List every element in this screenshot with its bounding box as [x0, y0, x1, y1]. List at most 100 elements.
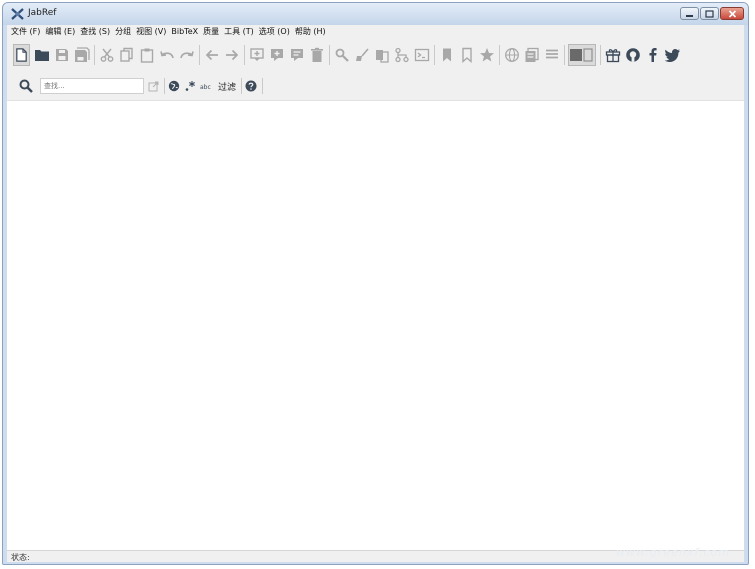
status-bar: 状态: www.greenxf.com [7, 546, 744, 562]
delete-button[interactable] [308, 44, 325, 66]
global-search-toggle[interactable] [168, 78, 180, 94]
regex-toggle[interactable] [184, 78, 196, 94]
window-title: JabRef [28, 8, 57, 18]
toggle-panel-button[interactable] [568, 44, 596, 66]
main-content-area [7, 100, 744, 550]
edit-entry-button[interactable] [288, 44, 305, 66]
menu-view[interactable]: 视图 (V) [136, 25, 166, 38]
paste-button[interactable] [138, 44, 155, 66]
toggle-panel-icon [570, 48, 593, 62]
menu-search[interactable]: 查找 (S) [80, 25, 110, 38]
toolbar-separator [564, 45, 565, 65]
new-entry-from-text-button[interactable] [268, 44, 285, 66]
forward-button[interactable] [223, 44, 240, 66]
close-icon [728, 9, 736, 18]
new-entry-from-text-icon [270, 49, 283, 61]
undo-icon [159, 51, 174, 59]
search-help-button[interactable] [245, 78, 257, 94]
open-folder-icon [34, 50, 49, 61]
title-bar[interactable]: JabRef [3, 3, 748, 25]
donate-button[interactable] [604, 44, 621, 66]
web-search-icon [504, 48, 519, 62]
edit-entry-icon [290, 49, 303, 61]
toolbar-separator [94, 45, 95, 65]
copy-icon [119, 47, 133, 62]
menu-file[interactable]: 文件 (F) [11, 25, 40, 38]
regex-icon [185, 81, 195, 91]
merge-button[interactable] [373, 44, 390, 66]
new-entry-button[interactable] [248, 44, 265, 66]
toolbar-separator [499, 45, 500, 65]
maximize-icon [705, 9, 714, 18]
push-to-app-icon [525, 47, 539, 62]
toolbar-separator [434, 45, 435, 65]
minimize-icon [686, 14, 693, 17]
menu-groups[interactable]: 分组 [115, 25, 131, 38]
undo-button[interactable] [158, 44, 175, 66]
gift-icon [605, 49, 620, 63]
app-window: JabRef 文件 (F) 编辑 (E) 查找 (S) 分组 视图 (V) Bi… [2, 2, 749, 565]
facebook-button[interactable] [644, 44, 661, 66]
search-separator [164, 78, 165, 94]
bookmark-outline-icon [461, 47, 472, 63]
search-bar: abc 过滤 [7, 72, 744, 100]
save-all-button[interactable] [73, 44, 90, 66]
generate-key-button[interactable] [333, 44, 350, 66]
menu-quality[interactable]: 质量 [203, 25, 219, 38]
main-toolbar [7, 38, 744, 72]
list-icon [545, 49, 558, 59]
case-sensitive-toggle[interactable]: abc [200, 78, 214, 94]
show-list-button[interactable] [543, 44, 560, 66]
menu-edit[interactable]: 编辑 (E) [45, 25, 75, 38]
cleanup-icon [355, 48, 369, 61]
menu-bibtex[interactable]: BibTeX [171, 25, 198, 38]
open-library-button[interactable] [33, 44, 50, 66]
globe-icon [168, 80, 180, 92]
maximize-button[interactable] [700, 7, 719, 20]
help-icon [245, 80, 257, 92]
toolbar-separator [244, 45, 245, 65]
back-button[interactable] [203, 44, 220, 66]
toolbar-separator [600, 45, 601, 65]
twitter-button[interactable] [664, 44, 681, 66]
menu-options[interactable]: 选项 (O) [259, 25, 290, 38]
menu-tools[interactable]: 工具 (T) [224, 25, 254, 38]
filter-toggle[interactable]: 过滤 [218, 80, 236, 93]
back-icon [205, 49, 218, 61]
unmark-entry-button[interactable] [458, 44, 475, 66]
close-button[interactable] [720, 7, 744, 20]
mark-entry-button[interactable] [438, 44, 455, 66]
external-window-icon [148, 81, 159, 91]
github-button[interactable] [624, 44, 641, 66]
cut-button[interactable] [98, 44, 115, 66]
search-separator [241, 78, 243, 94]
minimize-button[interactable] [680, 7, 699, 20]
new-library-button[interactable] [13, 44, 30, 66]
save-icon [55, 49, 68, 61]
save-button[interactable] [53, 44, 70, 66]
terminal-icon [414, 48, 429, 62]
redo-icon [179, 51, 194, 59]
copy-button[interactable] [118, 44, 135, 66]
duplicates-button[interactable] [393, 44, 410, 66]
redo-button[interactable] [178, 44, 195, 66]
save-all-icon [74, 47, 90, 62]
watermark-text: www.greenxf.com [616, 546, 730, 559]
menu-bar: 文件 (F) 编辑 (E) 查找 (S) 分组 视图 (V) BibTeX 质量… [7, 25, 744, 38]
web-search-button[interactable] [503, 44, 520, 66]
new-library-icon [16, 48, 27, 62]
star-icon [479, 48, 494, 62]
search-input[interactable] [40, 78, 144, 94]
status-label: 状态: [11, 553, 30, 562]
relevance-button[interactable] [478, 44, 495, 66]
new-entry-icon [249, 48, 264, 61]
push-to-app-button[interactable] [523, 44, 540, 66]
bookmark-icon [442, 48, 451, 62]
search-separator [262, 78, 264, 94]
menu-help[interactable]: 帮助 (H) [295, 25, 326, 38]
cleanup-button[interactable] [353, 44, 370, 66]
search-wrench-icon [335, 48, 349, 62]
open-search-window-button[interactable] [148, 78, 159, 94]
terminal-button[interactable] [413, 44, 430, 66]
cut-icon [100, 48, 113, 62]
